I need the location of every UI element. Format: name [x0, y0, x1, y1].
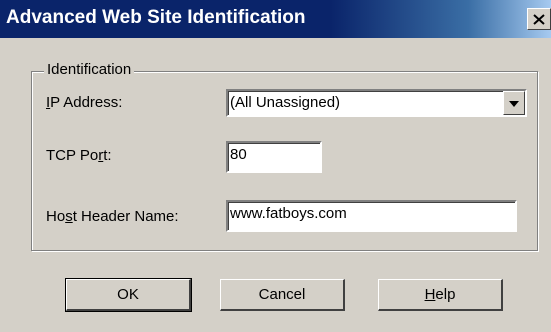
tcp-port-value: 80 — [230, 146, 247, 163]
cancel-button-label: Cancel — [258, 286, 306, 303]
dialog-window: Advanced Web Site Identification Identif… — [0, 0, 551, 332]
help-button[interactable]: Help — [378, 279, 503, 311]
host-header-input[interactable]: www.fatboys.com — [226, 200, 517, 232]
title-bar[interactable]: Advanced Web Site Identification — [0, 0, 551, 38]
chevron-down-icon — [509, 94, 519, 112]
ok-button-label: OK — [117, 286, 139, 303]
ip-address-label: IP Address: — [46, 94, 123, 111]
ok-button[interactable]: OK — [65, 278, 192, 312]
host-header-label: Host Header Name: — [46, 208, 179, 225]
close-icon — [533, 13, 545, 25]
tcp-port-input[interactable]: 80 — [226, 141, 322, 173]
tcp-port-label: TCP Port: — [46, 147, 112, 164]
host-header-value: www.fatboys.com — [230, 205, 347, 222]
help-button-label: Help — [424, 286, 456, 303]
host-header-label-accel: s — [65, 208, 73, 225]
group-legend: Identification — [44, 61, 135, 78]
close-button[interactable] — [527, 8, 551, 30]
ip-address-value: (All Unassigned) — [230, 94, 341, 111]
ip-address-select[interactable]: (All Unassigned) — [226, 89, 527, 117]
cancel-button[interactable]: Cancel — [220, 279, 345, 311]
window-title: Advanced Web Site Identification — [6, 7, 306, 28]
ip-address-dropdown-button[interactable] — [503, 91, 525, 115]
help-button-label-accel: H — [424, 286, 436, 303]
